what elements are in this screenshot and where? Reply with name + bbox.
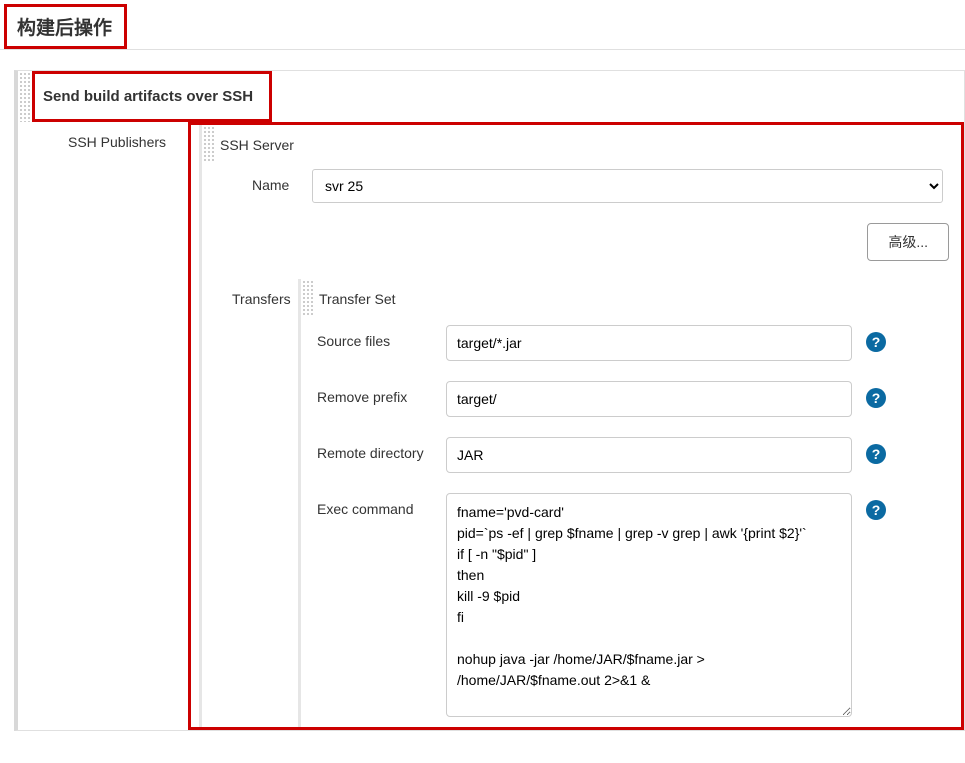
- help-icon[interactable]: ?: [866, 500, 886, 520]
- help-icon[interactable]: ?: [866, 332, 886, 352]
- ssh-server-label: SSH Server: [214, 125, 304, 161]
- remove-prefix-label: Remove prefix: [301, 381, 446, 405]
- header-divider: [0, 49, 965, 50]
- page-title: 构建后操作: [4, 4, 127, 49]
- drag-handle-icon[interactable]: [202, 125, 214, 161]
- remote-directory-input[interactable]: [446, 437, 852, 473]
- transfer-set-label: Transfer Set: [313, 279, 406, 315]
- ssh-publishers-label: SSH Publishers: [18, 122, 188, 150]
- name-label: Name: [222, 169, 312, 193]
- ssh-publishers-panel: SSH Server Name svr 25 高级...: [188, 122, 964, 730]
- exec-command-textarea[interactable]: [446, 493, 852, 717]
- source-files-label: Source files: [301, 325, 446, 349]
- help-icon[interactable]: ?: [866, 388, 886, 408]
- transfers-label: Transfers: [202, 279, 292, 307]
- drag-handle-icon[interactable]: [18, 71, 32, 122]
- page-header-wrap: 构建后操作: [0, 0, 965, 49]
- drag-handle-icon[interactable]: [301, 279, 313, 315]
- remote-directory-label: Remote directory: [301, 437, 446, 461]
- source-files-input[interactable]: [446, 325, 852, 361]
- exec-command-label: Exec command: [301, 493, 446, 517]
- section-title: Send build artifacts over SSH: [32, 71, 272, 122]
- help-icon[interactable]: ?: [866, 444, 886, 464]
- post-build-action-section: Send build artifacts over SSH SSH Publis…: [14, 70, 965, 731]
- ssh-server-name-select[interactable]: svr 25: [312, 169, 943, 203]
- advanced-button[interactable]: 高级...: [867, 223, 949, 261]
- remove-prefix-input[interactable]: [446, 381, 852, 417]
